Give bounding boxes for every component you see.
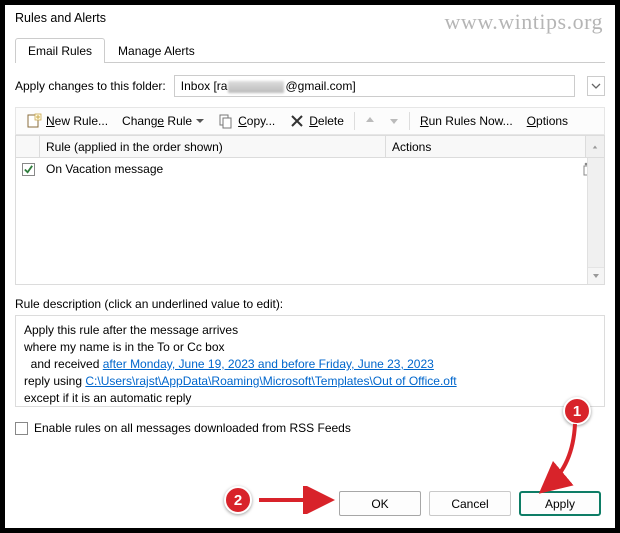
arrow-down-icon bbox=[389, 116, 399, 126]
apply-changes-label: Apply changes to this folder: bbox=[15, 79, 166, 93]
folder-select-chevron[interactable] bbox=[587, 76, 605, 96]
tab-strip: Email Rules Manage Alerts bbox=[15, 37, 605, 63]
scroll-down-button[interactable] bbox=[588, 267, 604, 284]
rules-list: On Vacation message bbox=[15, 157, 605, 285]
rule-row[interactable]: On Vacation message bbox=[16, 158, 604, 180]
run-rules-now-button[interactable]: Run Rules Now... bbox=[414, 112, 519, 130]
options-button[interactable]: Options bbox=[521, 112, 574, 130]
scroll-down-icon bbox=[592, 272, 600, 280]
link-date-range[interactable]: after Monday, June 19, 2023 and before F… bbox=[103, 357, 434, 371]
redacted-text bbox=[228, 81, 284, 93]
delete-rule-button[interactable]: Delete bbox=[283, 111, 350, 131]
col-header-rule[interactable]: Rule (applied in the order shown) bbox=[40, 136, 386, 157]
desc-line-5: except if it is an automatic reply bbox=[24, 390, 596, 407]
rss-label: Enable rules on all messages downloaded … bbox=[34, 421, 351, 435]
rss-checkbox[interactable] bbox=[15, 422, 28, 435]
rule-description-box: Apply this rule after the message arrive… bbox=[15, 315, 605, 407]
change-rule-button[interactable]: Change Rule bbox=[116, 112, 210, 130]
rule-checkbox[interactable] bbox=[22, 163, 35, 176]
window-titlebar: Rules and Alerts bbox=[5, 5, 615, 33]
apply-button[interactable]: Apply bbox=[519, 491, 601, 516]
checkmark-icon bbox=[23, 164, 34, 175]
arrow-up-icon bbox=[365, 116, 375, 126]
desc-line-2: where my name is in the To or Cc box bbox=[24, 339, 596, 356]
rule-description-label: Rule description (click an underlined va… bbox=[15, 297, 605, 311]
window-title: Rules and Alerts bbox=[15, 11, 106, 25]
rules-list-header: Rule (applied in the order shown) Action… bbox=[15, 135, 605, 157]
copy-icon bbox=[218, 113, 234, 129]
tab-email-rules[interactable]: Email Rules bbox=[15, 38, 105, 63]
copy-rule-button[interactable]: Copy... bbox=[212, 111, 281, 131]
col-header-actions[interactable]: Actions bbox=[386, 136, 586, 157]
move-down-button[interactable] bbox=[383, 114, 405, 128]
desc-line-3: and received after Monday, June 19, 2023… bbox=[24, 356, 596, 373]
ok-button[interactable]: OK bbox=[339, 491, 421, 516]
scroll-up-icon bbox=[592, 143, 598, 151]
link-template-path[interactable]: C:\Users\rajst\AppData\Roaming\Microsoft… bbox=[85, 374, 456, 388]
desc-line-4: reply using C:\Users\rajst\AppData\Roami… bbox=[24, 373, 596, 390]
dropdown-arrow-icon bbox=[196, 117, 204, 125]
rules-and-alerts-dialog: Rules and Alerts www.wintips.org Email R… bbox=[0, 0, 620, 533]
new-rule-button[interactable]: New Rule... bbox=[20, 111, 114, 131]
move-up-button[interactable] bbox=[359, 114, 381, 128]
new-rule-icon bbox=[26, 113, 42, 129]
cancel-button[interactable]: Cancel bbox=[429, 491, 511, 516]
scrollbar[interactable] bbox=[587, 158, 604, 284]
folder-select[interactable]: Inbox [ra@gmail.com] bbox=[174, 75, 575, 97]
folder-select-value: Inbox [ra@gmail.com] bbox=[181, 79, 356, 93]
rule-name: On Vacation message bbox=[40, 162, 404, 176]
tab-manage-alerts[interactable]: Manage Alerts bbox=[105, 38, 208, 63]
delete-icon bbox=[289, 113, 305, 129]
desc-line-1: Apply this rule after the message arrive… bbox=[24, 322, 596, 339]
rules-toolbar: New Rule... Change Rule Copy... Delete bbox=[15, 107, 605, 135]
dialog-button-row: OK Cancel Apply bbox=[5, 491, 615, 516]
chevron-down-icon bbox=[591, 81, 601, 91]
